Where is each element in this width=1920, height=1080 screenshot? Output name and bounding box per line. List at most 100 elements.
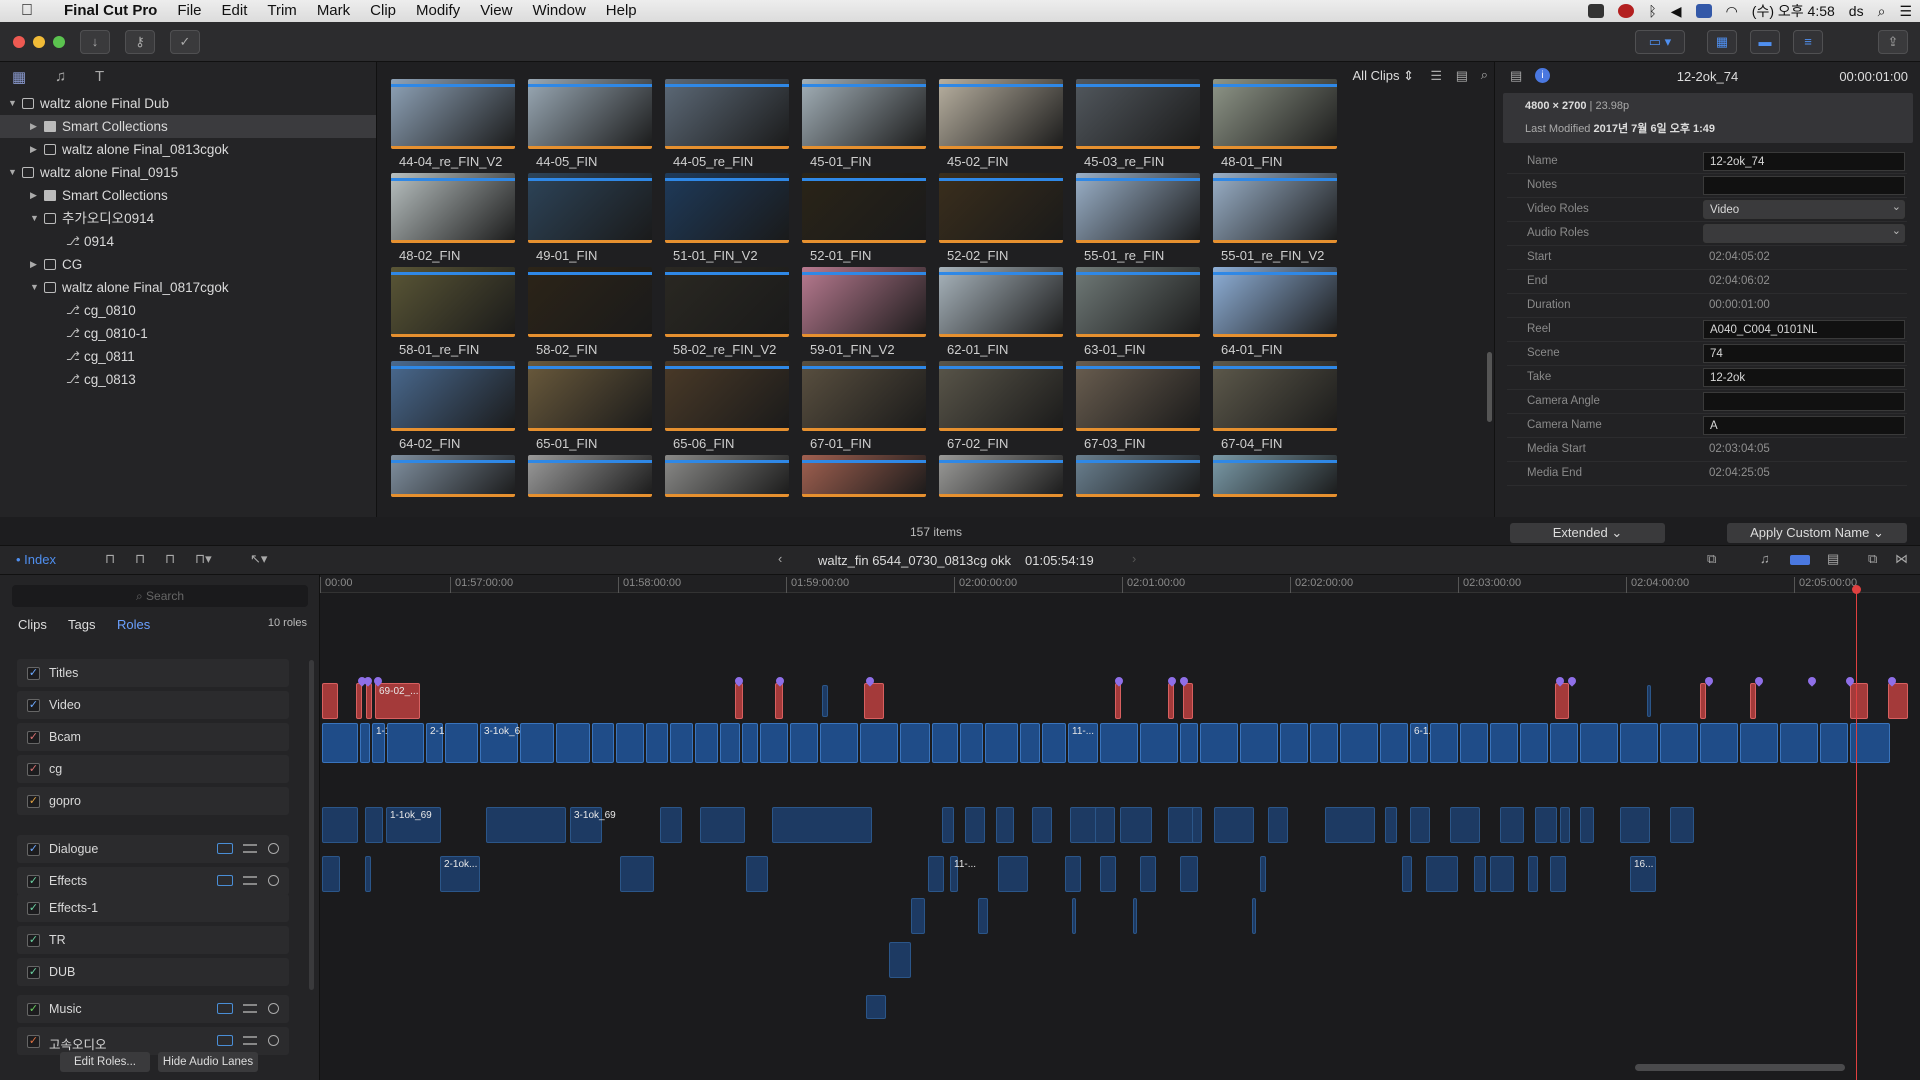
role-row[interactable]: ✓ Dialogue [17,835,289,863]
clip-thumbnail[interactable] [391,173,515,243]
metadata-value[interactable]: A040_C004_0101NL [1703,320,1905,339]
audio-clip[interactable] [1450,807,1480,843]
clip-thumbnail[interactable] [1213,361,1337,431]
video-clip[interactable] [445,723,478,763]
clip-thumbnail[interactable] [665,267,789,337]
video-clip[interactable] [1520,723,1548,763]
audio-clip[interactable] [1402,856,1412,892]
index-scrollbar[interactable] [309,660,314,990]
library-item[interactable]: ▶ waltz alone Final_0813cgok [0,138,376,161]
clip-skimming-icon[interactable]: ⧉ [1707,551,1716,567]
audio-clip[interactable] [1214,807,1254,843]
clip-thumbnail[interactable] [802,455,926,497]
clip-thumbnail[interactable] [665,79,789,149]
video-clip[interactable] [1580,723,1618,763]
timeline[interactable]: 00:00 01:57:00:00 01:58:00:00 01:59:00:00 02… [320,575,1920,1080]
video-clip[interactable] [1200,723,1238,763]
connected-clip[interactable] [735,683,743,719]
browser-toggle-icon[interactable]: ▦ [1707,30,1737,54]
video-clip[interactable]: 11-... [1068,723,1098,763]
library-item[interactable]: ⎇ cg_0810-1 [0,322,376,345]
audio-clip[interactable] [1474,856,1486,892]
video-clip[interactable] [556,723,590,763]
clip-thumbnail[interactable] [528,361,652,431]
audio-clip[interactable] [1095,807,1115,843]
audio-clip[interactable] [620,856,654,892]
clip-thumbnail[interactable] [802,79,926,149]
keywords-icon[interactable]: ⚷ [125,30,155,54]
video-clip[interactable] [720,723,740,763]
metadata-value[interactable] [1703,392,1905,411]
connected-clip[interactable] [366,683,372,719]
photos-audio-tab-icon[interactable]: ♫ [55,68,66,85]
bluetooth-icon[interactable]: ᛒ [1648,3,1656,19]
audio-clip[interactable] [889,942,911,978]
insert-clip-icon[interactable]: ⊓ [135,551,145,567]
video-clip[interactable] [1180,723,1198,763]
video-clip[interactable] [1780,723,1818,763]
video-clip[interactable] [860,723,898,763]
clip-appearance-timeline-icon[interactable]: ⧉ [1868,551,1877,567]
role-row[interactable]: ✓ Effects [17,867,289,895]
playhead-handle[interactable] [1852,585,1861,594]
audio-clip[interactable] [1550,856,1566,892]
library-item[interactable]: ▼ waltz alone Final Dub [0,92,376,115]
disclosure-triangle-icon[interactable]: ▶ [30,184,37,207]
library-item[interactable]: ⎇ 0914 [0,230,376,253]
clip-thumbnail[interactable] [802,173,926,243]
clip-thumbnail[interactable] [391,361,515,431]
video-clip[interactable] [695,723,718,763]
screen-share-icon[interactable] [1588,4,1605,18]
disclosure-triangle-icon[interactable]: ▶ [30,138,37,161]
video-clip[interactable] [1820,723,1848,763]
video-clip[interactable] [520,723,554,763]
audio-clip[interactable]: 2-1ok... [440,856,480,892]
video-clip[interactable] [670,723,693,763]
video-clip[interactable] [1240,723,1278,763]
clip-thumbnail[interactable] [1076,79,1200,149]
connected-clip[interactable] [1647,685,1651,717]
clip-thumbnail[interactable] [1076,361,1200,431]
video-clip[interactable] [1042,723,1066,763]
connected-clip[interactable] [1115,683,1121,719]
share-icon[interactable]: ⇪ [1878,30,1908,54]
audio-clip[interactable] [1620,807,1650,843]
audio-clip[interactable] [486,807,566,843]
clip-thumbnail[interactable] [939,361,1063,431]
timeline-ruler[interactable]: 00:00 01:57:00:00 01:58:00:00 01:59:00:00 02… [320,575,1920,593]
index-tab-roles[interactable]: Roles [117,617,150,632]
role-checkbox[interactable]: ✓ [27,1003,40,1016]
clip-thumbnail[interactable] [528,79,652,149]
audio-clip[interactable] [660,807,682,843]
connected-clip[interactable]: 69-02_... [375,683,420,719]
library-item[interactable]: ▶ Smart Collections [0,115,376,138]
inspector-toggle-icon[interactable]: ≡ [1793,30,1823,54]
audio-clip[interactable] [978,898,988,934]
audio-clip[interactable] [1268,807,1288,843]
clip-thumbnail[interactable] [1076,455,1200,497]
connected-clip[interactable] [1700,683,1706,719]
snapping-icon[interactable]: ▤ [1827,551,1839,567]
video-clip[interactable] [1620,723,1658,763]
connected-clip[interactable] [1750,683,1756,719]
disclosure-triangle-icon[interactable]: ▶ [30,253,37,276]
role-row[interactable]: ✓ Titles [17,659,289,687]
role-checkbox[interactable]: ✓ [27,843,40,856]
video-clip[interactable] [1660,723,1698,763]
menu-clock[interactable]: (수) 오후 4:58 [1752,1,1835,21]
audio-clip[interactable] [322,807,358,843]
clip-thumbnail[interactable] [939,455,1063,497]
libraries-tab-icon[interactable]: ▦ [12,68,26,86]
menu-file[interactable]: File [167,0,211,22]
volume-icon[interactable]: ◀ [1671,3,1682,20]
video-clip[interactable] [790,723,818,763]
menu-trim[interactable]: Trim [257,0,306,22]
audio-clip[interactable] [965,807,985,843]
wifi-icon[interactable]: ◠ [1726,3,1738,20]
lanes-icon[interactable] [217,875,233,886]
apply-custom-name-button[interactable]: Apply Custom Name ⌄ [1727,523,1907,543]
playhead[interactable] [1856,593,1857,1080]
role-row[interactable]: ✓ Effects-1 [17,894,289,922]
clip-thumbnail[interactable] [391,79,515,149]
menu-app-name[interactable]: Final Cut Pro [54,0,167,22]
